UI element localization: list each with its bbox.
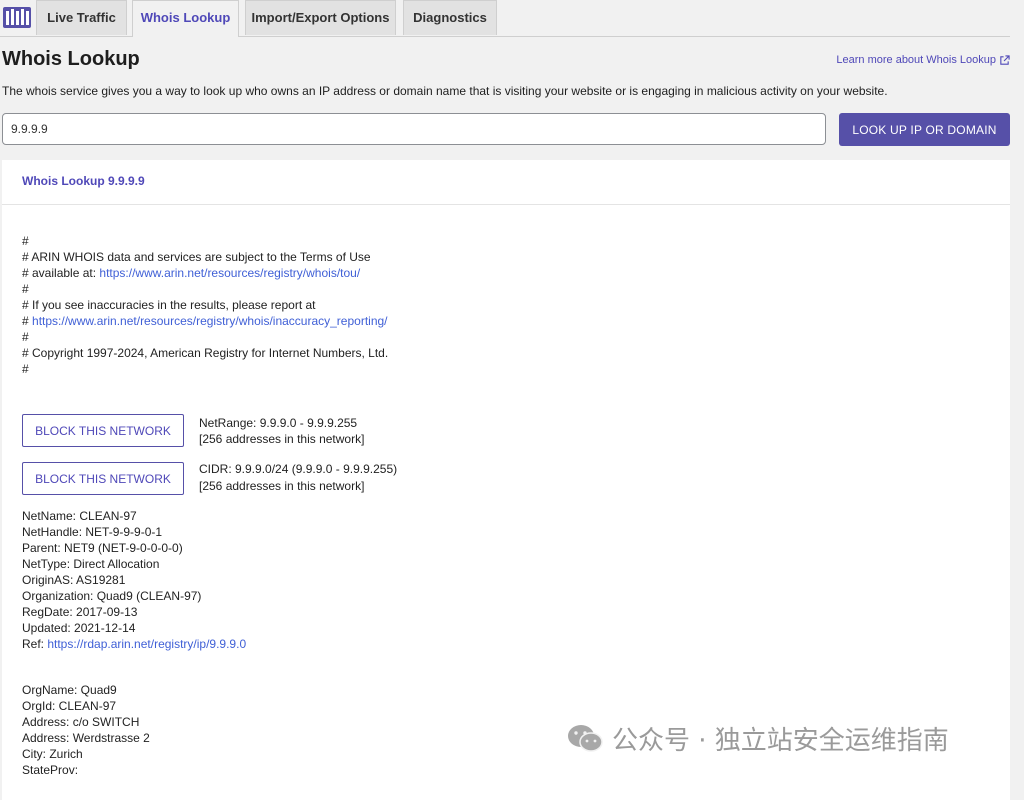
- org-info-line-text: StateProv:: [22, 763, 79, 777]
- net-info-line-text: NetName: CLEAN-97: [22, 509, 137, 523]
- watermark: 公众号 · 独立站安全运维指南: [566, 720, 949, 757]
- comment-line-text: #: [22, 234, 29, 248]
- comment-line: #: [22, 362, 29, 376]
- org-info-line-text: OrgName: Quad9: [22, 683, 117, 697]
- whois-link[interactable]: https://www.arin.net/resources/registry/…: [32, 314, 387, 328]
- net-info-line-text: Ref:: [22, 637, 48, 651]
- org-info-line-text: Address: Werdstrasse 2: [22, 731, 150, 745]
- whois-link[interactable]: https://rdap.arin.net/registry/ip/9.9.9.…: [47, 637, 246, 651]
- net-info-line: OriginAS: AS19281: [22, 573, 125, 587]
- wordfence-logo-icon: [3, 7, 31, 28]
- learn-more-link[interactable]: Learn more about Whois Lookup: [836, 54, 1010, 66]
- block-network-button[interactable]: BLOCK THIS NETWORK: [22, 414, 184, 447]
- net-info-line-text: Organization: Quad9 (CLEAN-97): [22, 589, 202, 603]
- comment-line: #: [22, 234, 29, 248]
- ip-domain-input[interactable]: [2, 113, 826, 145]
- tab-bar: Live Traffic Whois Lookup Import/Export …: [0, 0, 1010, 37]
- comment-line: # available at: https://www.arin.net/res…: [22, 266, 360, 280]
- net-info-line-text: OriginAS: AS19281: [22, 573, 126, 587]
- net-info-line-text: RegDate: 2017-09-13: [22, 605, 138, 619]
- comment-line-text: # If you see inaccuracies in the results…: [22, 298, 316, 312]
- comment-line-text: # available at:: [22, 266, 100, 280]
- results-heading: Whois Lookup 9.9.9.9: [2, 160, 1010, 205]
- comment-line-text: #: [22, 362, 29, 376]
- org-info-line-text: Address: c/o SWITCH: [22, 715, 140, 729]
- net-range: NetRange: 9.9.9.0 - 9.9.9.255: [199, 416, 358, 430]
- external-link-icon: [1000, 54, 1010, 65]
- net-info-line: NetType: Direct Allocation: [22, 557, 159, 571]
- comment-line: # https://www.arin.net/resources/registr…: [22, 314, 388, 328]
- whois-link[interactable]: https://www.arin.net/resources/registry/…: [99, 266, 360, 280]
- org-info-line: OrgId: CLEAN-97: [22, 699, 116, 713]
- net-info-line: NetHandle: NET-9-9-9-0-1: [22, 525, 162, 539]
- comment-line-text: # Copyright 1997-2024, American Registry…: [22, 346, 389, 360]
- org-info-line: Address: Werdstrasse 2: [22, 731, 150, 745]
- wechat-icon: [568, 724, 603, 752]
- org-info-line: StateProv:: [22, 763, 78, 777]
- org-info-line: OrgName: Quad9: [22, 683, 117, 697]
- results-panel: Whois Lookup 9.9.9.9 # # ARIN WHOIS data …: [2, 160, 1010, 800]
- cidr-count: [256 addresses in this network]: [199, 479, 365, 493]
- net-info-line: RegDate: 2017-09-13: [22, 605, 137, 619]
- block-network-button[interactable]: BLOCK THIS NETWORK: [22, 462, 184, 495]
- org-info-line: City: Zurich: [22, 747, 83, 761]
- org-info-line: Address: c/o SWITCH: [22, 715, 139, 729]
- page-title: Whois Lookup: [2, 48, 140, 70]
- net-info-line-text: Updated: 2021-12-14: [22, 621, 136, 635]
- net-info-line: Ref: https://rdap.arin.net/registry/ip/9…: [22, 637, 246, 651]
- learn-more-label[interactable]: Learn more about Whois Lookup: [836, 54, 996, 66]
- comment-line: # If you see inaccuracies in the results…: [22, 298, 316, 312]
- comment-line-text: # ARIN WHOIS data and services are subje…: [22, 250, 371, 264]
- org-info-line-text: OrgId: CLEAN-97: [22, 699, 117, 713]
- net-info-line: Updated: 2021-12-14: [22, 621, 135, 635]
- net-info-line: Organization: Quad9 (CLEAN-97): [22, 589, 201, 603]
- net-info-line: Parent: NET9 (NET-9-0-0-0-0): [22, 541, 183, 555]
- net-info-line-text: NetType: Direct Allocation: [22, 557, 160, 571]
- tab-import-export[interactable]: Import/Export Options: [245, 0, 396, 35]
- net-info-line-text: NetHandle: NET-9-9-9-0-1: [22, 525, 163, 539]
- watermark-text: 公众号 · 独立站安全运维指南: [612, 726, 949, 756]
- comment-line: # ARIN WHOIS data and services are subje…: [22, 250, 371, 264]
- comment-line-text: #: [22, 314, 33, 328]
- comment-line: #: [22, 330, 29, 344]
- comment-line-text: #: [22, 330, 29, 344]
- comment-line: # Copyright 1997-2024, American Registry…: [22, 346, 388, 360]
- cidr: CIDR: 9.9.9.0/24 (9.9.9.0 - 9.9.9.255): [199, 462, 398, 476]
- tab-live-traffic[interactable]: Live Traffic: [36, 0, 127, 35]
- net-info-line-text: Parent: NET9 (NET-9-0-0-0-0): [22, 541, 183, 555]
- lookup-button[interactable]: LOOK UP IP OR DOMAIN: [839, 113, 1010, 146]
- net-range-count: [256 addresses in this network]: [199, 432, 365, 446]
- net-info-line: NetName: CLEAN-97: [22, 509, 137, 523]
- org-info-line-text: City: Zurich: [22, 747, 83, 761]
- comment-line-text: #: [22, 282, 29, 296]
- page-description: The whois service gives you a way to loo…: [2, 84, 888, 98]
- tab-diagnostics[interactable]: Diagnostics: [403, 0, 497, 35]
- tab-whois-lookup[interactable]: Whois Lookup: [132, 0, 239, 37]
- comment-line: #: [22, 282, 29, 296]
